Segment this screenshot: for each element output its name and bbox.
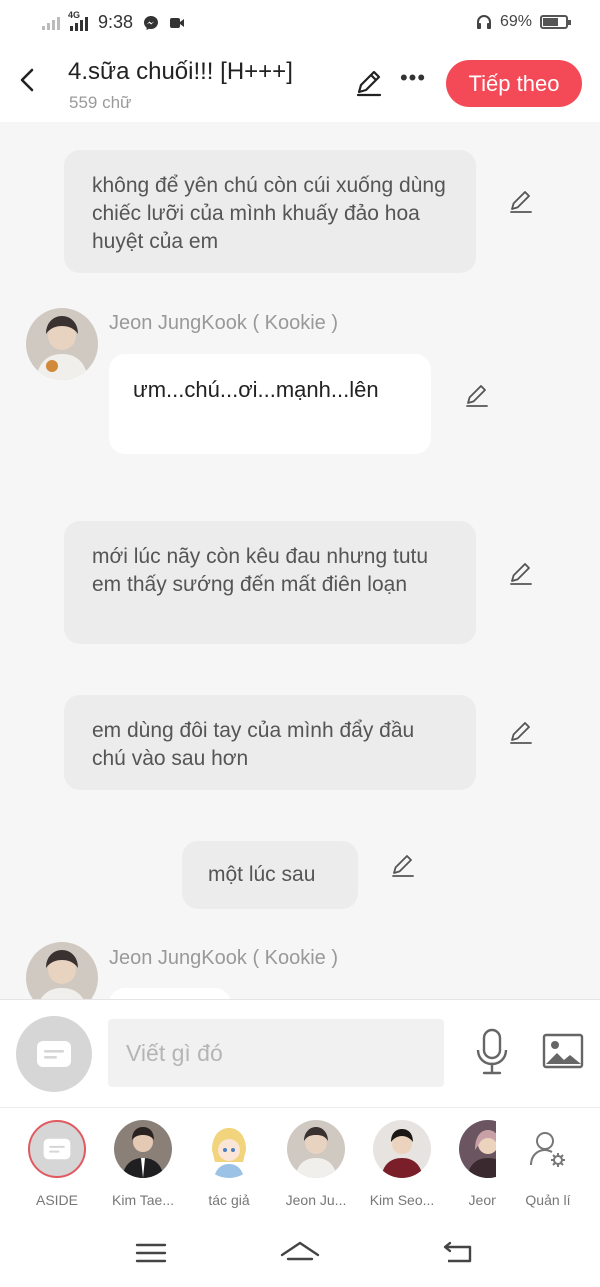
character-avatar[interactable] [26,942,98,999]
narration-text: em dùng đôi tay của mình đẩy đầu chú vào… [92,719,415,770]
battery-fill [543,18,558,26]
narration-bubble[interactable]: một lúc sau [182,841,358,909]
character-item[interactable]: tác giả [189,1120,269,1208]
back-nav-icon[interactable] [438,1237,478,1269]
narration-bubble[interactable]: mới lúc nãy còn kêu đau nhưng tutu em th… [64,521,476,644]
character-label: Kim Seo... [369,1192,435,1208]
dialogue-text: ưm...chú...ơi...mạnh...lên [133,377,379,402]
character-item[interactable]: Kim Seo... [362,1120,442,1208]
character-name: Jeon JungKook ( Kookie ) [109,947,339,969]
narration-text: một lúc sau [208,863,316,886]
aside-icon [43,1138,71,1160]
aside-icon [37,1041,71,1067]
edit-title-button[interactable] [352,66,386,100]
narration-bubble[interactable]: em dùng đôi tay của mình đẩy đầu chú vào… [64,695,476,790]
character-avatar[interactable] [26,308,98,380]
signal-sim2-icon: 4G [68,10,88,31]
home-icon[interactable] [280,1237,320,1269]
editor-header: 4.sữa chuối!!! [H+++] 559 chữ ••• Tiếp t… [0,46,600,122]
character-item-partial[interactable]: Jeon ( [448,1120,496,1208]
more-options-button[interactable]: ••• [398,67,428,98]
composer-bar [0,999,600,1107]
character-item[interactable]: Kim Tae... [103,1120,183,1208]
character-label: Jeon Ju... [285,1192,347,1208]
aside-avatar [28,1120,86,1178]
narration-text: không để yên chú còn cúi xuống dùng chiế… [92,174,446,253]
image-icon[interactable] [542,1033,584,1069]
video-icon [170,17,185,28]
status-bar: 4G 9:38 69% [0,0,600,46]
battery-percent: 69% [499,13,532,30]
narration-bubble[interactable]: không để yên chú còn cúi xuống dùng chiế… [64,150,476,273]
character-aside[interactable]: ASIDE [17,1120,97,1208]
chat-thread: không để yên chú còn cúi xuống dùng chiế… [0,122,600,999]
character-item[interactable]: Jeon Ju... [276,1120,356,1208]
chapter-title: 4.sữa chuối!!! [H+++] [68,58,293,85]
dialogue-bubble[interactable]: ưm...chú...ơi...mạnh...lên [109,354,431,454]
network-type: 4G [68,9,81,20]
messenger-icon [144,15,159,30]
pencil-icon[interactable] [388,850,418,880]
character-avatar [287,1120,345,1178]
menu-icon[interactable] [131,1237,171,1269]
signal-sim1-icon [42,16,60,30]
pencil-icon[interactable] [506,558,536,588]
manage-users-icon [519,1120,577,1178]
narration-text: mới lúc nãy còn kêu đau nhưng tutu em th… [92,545,429,596]
pencil-icon[interactable] [462,380,492,410]
pencil-icon[interactable] [506,717,536,747]
message-input[interactable] [108,1019,444,1087]
system-nav-bar [0,1225,600,1287]
dialogue-bubble[interactable] [109,988,231,999]
character-label: Jeon ( [468,1192,496,1208]
character-name: Jeon JungKook ( Kookie ) [109,312,339,334]
character-avatar [373,1120,431,1178]
character-avatar [200,1120,258,1178]
character-avatar [114,1120,172,1178]
character-label: Quản lí [525,1192,571,1208]
pencil-icon[interactable] [506,186,536,216]
character-strip: ASIDE Kim Tae... tác giả Jeon Ju... Kim … [0,1107,600,1225]
word-count: 559 chữ [69,93,132,112]
character-label: Kim Tae... [112,1192,174,1208]
next-button[interactable]: Tiếp theo [446,60,582,107]
character-avatar [459,1120,496,1178]
status-left: 4G 9:38 [42,10,185,33]
status-right: 69% [476,13,571,31]
manage-characters-button[interactable]: Quản lí [508,1120,588,1208]
headphones-icon [476,15,491,29]
clock: 9:38 [98,12,134,32]
character-label: ASIDE [35,1192,78,1208]
character-label: tác giả [208,1192,250,1208]
microphone-icon[interactable] [472,1028,512,1076]
back-button[interactable] [14,62,44,98]
battery-icon [540,15,571,29]
aside-toggle-button[interactable] [16,1016,92,1092]
